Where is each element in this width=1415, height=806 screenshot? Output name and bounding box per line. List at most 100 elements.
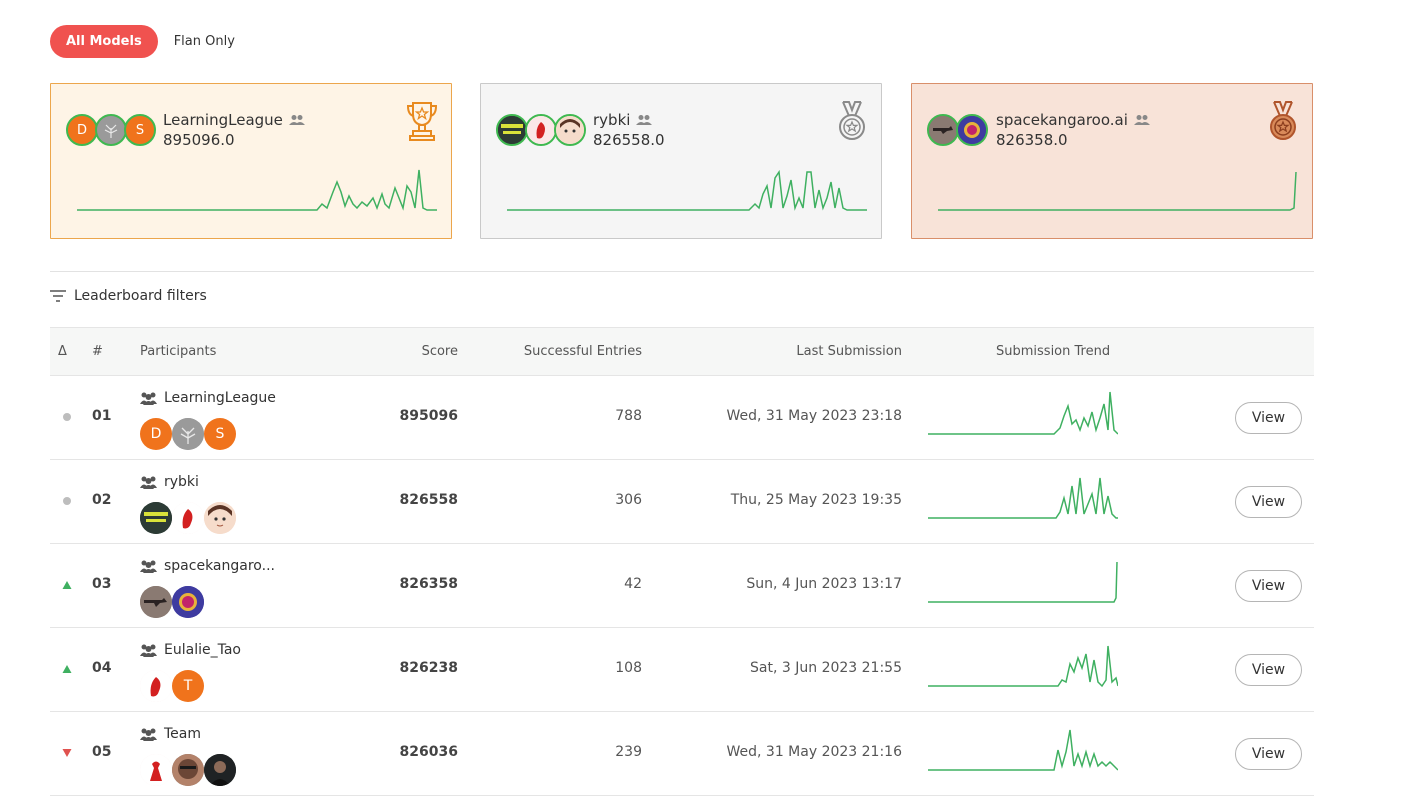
score: 895096 [399,408,458,424]
last-submission: Sat, 3 Jun 2023 21:55 [750,660,902,676]
avatar [525,114,557,146]
rank-unchanged-icon [63,413,71,421]
team-icon [288,115,305,125]
last-submission: Thu, 25 May 2023 19:35 [730,492,902,508]
participant-avatars: D S [140,418,236,450]
score: 826358 [399,576,458,592]
header-score[interactable]: Score [422,344,458,359]
avatar[interactable] [204,502,236,534]
table-row[interactable]: 03 spacekangaro... 826358 42 Sun, 4 Jun … [50,544,1314,628]
rank: 03 [92,576,112,592]
tab-all-models[interactable]: All Models [50,25,158,58]
avatar[interactable] [172,502,204,534]
successful-entries: 788 [615,408,642,424]
view-button[interactable]: View [1235,402,1302,434]
table-row[interactable]: 05 Team 826036 239 Wed, 31 May 2023 21:1… [50,712,1314,796]
successful-entries: 306 [615,492,642,508]
avatar [95,114,127,146]
avatar: S [124,114,156,146]
table-row[interactable]: 04 Eulalie_Tao T 826238 108 Sat, 3 Jun 2… [50,628,1314,712]
header-rank: # [92,344,103,359]
participant-avatars [140,502,236,534]
participant-avatars [140,586,204,618]
header-submission-trend: Submission Trend [996,344,1111,359]
team-name[interactable]: spacekangaroo.ai [996,111,1128,129]
participant-name[interactable]: Eulalie_Tao [164,642,241,658]
team-avatars [927,114,988,146]
team-icon [140,560,157,573]
score: 826238 [399,660,458,676]
view-button[interactable]: View [1235,570,1302,602]
submission-trend-sparkline [928,391,1118,435]
view-button[interactable]: View [1235,738,1302,770]
team-icon [140,392,157,405]
podium-card-first[interactable]: D S LearningLeague 895096.0 [50,83,452,239]
avatar[interactable] [172,418,204,450]
avatar[interactable] [140,586,172,618]
score: 826558 [399,492,458,508]
leaderboard-table: Δ # Participants Score Successful Entrie… [50,327,1314,796]
last-submission: Wed, 31 May 2023 23:18 [726,408,902,424]
avatar [927,114,959,146]
successful-entries: 108 [615,660,642,676]
team-avatars [496,114,586,146]
participant-name[interactable]: rybki [164,474,199,490]
podium-card-third[interactable]: spacekangaroo.ai 826358.0 [911,83,1313,239]
avatar [496,114,528,146]
bronze-medal-icon [1270,101,1296,140]
view-button[interactable]: View [1235,486,1302,518]
model-filter-tabs: All Models Flan Only [50,25,235,58]
submission-trend-sparkline [928,645,1118,688]
table-header: Δ # Participants Score Successful Entrie… [50,327,1314,376]
avatar[interactable] [172,754,204,786]
submission-trend-sparkline [77,169,437,211]
team-score: 895096.0 [163,131,235,149]
submission-trend-sparkline [507,169,867,211]
participant-name[interactable]: spacekangaro... [164,558,275,574]
silver-medal-icon [839,101,865,140]
successful-entries: 42 [624,576,642,592]
header-participants[interactable]: Participants [140,344,216,359]
last-submission: Wed, 31 May 2023 21:16 [726,744,902,760]
team-name[interactable]: rybki [593,111,630,129]
rank-unchanged-icon [63,497,71,505]
submission-trend-sparkline [928,561,1118,603]
avatar [554,114,586,146]
participant-name[interactable]: LearningLeague [164,390,276,406]
avatar[interactable] [140,754,172,786]
trophy-icon [406,102,438,141]
table-row[interactable]: 01 LearningLeague D S 895096 788 Wed, 31… [50,376,1314,460]
filter-icon [50,290,66,302]
avatar[interactable]: D [140,418,172,450]
avatar[interactable] [140,502,172,534]
avatar[interactable] [204,754,236,786]
filters-label: Leaderboard filters [74,288,207,304]
podium-card-second[interactable]: rybki 826558.0 [480,83,882,239]
view-button[interactable]: View [1235,654,1302,686]
participant-name[interactable]: Team [164,726,201,742]
rank-up-icon [62,581,72,589]
section-divider [50,271,1314,272]
avatar[interactable]: S [204,418,236,450]
leaderboard-filters-toggle[interactable]: Leaderboard filters [50,288,207,304]
avatar[interactable] [172,586,204,618]
avatar[interactable]: T [172,670,204,702]
team-score: 826358.0 [996,131,1068,149]
team-name[interactable]: LearningLeague [163,111,283,129]
team-icon [140,476,157,489]
rank-down-icon [62,749,72,757]
rank: 02 [92,492,112,508]
table-row[interactable]: 02 rybki 826558 306 Thu, 25 May 2023 19:… [50,460,1314,544]
avatar [956,114,988,146]
rank: 04 [92,660,112,676]
header-entries[interactable]: Successful Entries [524,344,642,359]
team-icon [1133,115,1150,125]
team-icon [140,644,157,657]
submission-trend-sparkline [928,477,1118,519]
last-submission: Sun, 4 Jun 2023 13:17 [746,576,902,592]
avatar[interactable] [140,670,172,702]
header-last-submission[interactable]: Last Submission [796,344,902,359]
header-delta: Δ [58,344,67,359]
tab-flan-only[interactable]: Flan Only [174,34,235,49]
avatar: D [66,114,98,146]
